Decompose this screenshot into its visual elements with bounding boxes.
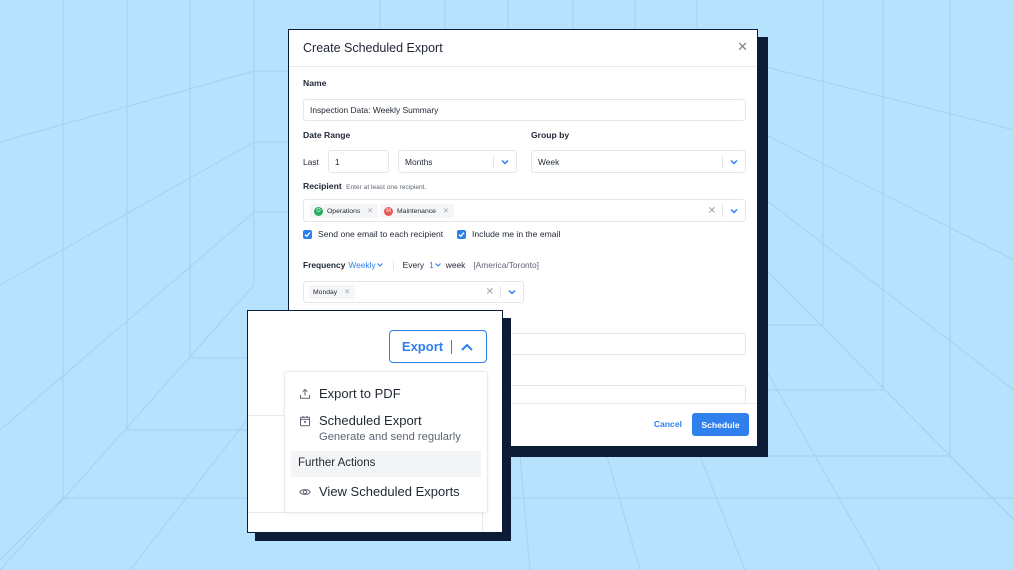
avatar: M [384, 206, 393, 216]
button-separator [451, 339, 453, 354]
every-value-select[interactable]: 1 [429, 260, 442, 270]
chevron-down-icon [434, 263, 441, 267]
date-range-unit-select[interactable]: Months [398, 150, 517, 173]
chip-label: Maintenance [397, 207, 436, 215]
divider [482, 512, 483, 532]
chevron-down-icon [730, 159, 738, 165]
remove-chip-icon[interactable]: ✕ [443, 207, 449, 215]
select-divider [500, 286, 501, 298]
days-multiselect[interactable]: Monday ✕ ✕ [303, 281, 524, 303]
select-divider [493, 155, 494, 168]
chevron-up-icon [461, 343, 473, 351]
include-me-checkbox[interactable]: Include me in the email [457, 229, 560, 239]
name-label: Name [303, 78, 327, 88]
group-by-value: Week [538, 156, 560, 167]
clear-all-icon[interactable]: ✕ [486, 287, 494, 298]
group-by-label: Group by [531, 130, 570, 140]
menu-item-view-scheduled-exports[interactable]: View Scheduled Exports [299, 484, 460, 499]
day-chip-monday: Monday ✕ [309, 285, 356, 299]
chip-label: Monday [313, 288, 338, 296]
date-range-amount-input[interactable]: 1 [328, 150, 389, 173]
every-label: Every [402, 260, 425, 270]
frequency-unit: week [445, 260, 466, 270]
export-dropdown-button[interactable]: Export [389, 330, 487, 363]
divider [392, 260, 394, 270]
export-panel: Export Export to PDF Scheduled Export Ge… [247, 310, 503, 533]
menu-item-description: Generate and send regularly [319, 431, 461, 443]
export-menu: Export to PDF Scheduled Export Generate … [284, 371, 488, 513]
chevron-down-icon [376, 263, 383, 267]
close-icon[interactable]: ✕ [737, 40, 748, 54]
schedule-button[interactable]: Schedule [692, 413, 749, 436]
calendar-icon [300, 415, 310, 426]
recipient-hint: Enter at least one recipient. [346, 184, 427, 191]
menu-item-export-pdf[interactable]: Export to PDF [299, 386, 401, 401]
name-value: Inspection Data: Weekly Summary [310, 105, 439, 115]
avatar: O [314, 206, 323, 216]
dialog-header: Create Scheduled Export ✕ [289, 30, 757, 67]
recipient-chip-operations: O Operations ✕ [310, 204, 379, 218]
menu-item-label: View Scheduled Exports [319, 484, 460, 499]
date-range-unit: Months [405, 156, 433, 167]
menu-item-label: Export to PDF [319, 386, 401, 401]
checkbox-label: Send one email to each recipient [318, 229, 444, 239]
upload-icon [300, 388, 310, 399]
name-input[interactable]: Inspection Data: Weekly Summary [303, 99, 746, 121]
clear-all-icon[interactable]: ✕ [708, 205, 716, 216]
chevron-down-icon[interactable] [506, 287, 518, 297]
eye-icon [299, 488, 311, 495]
date-range-prefix: Last [303, 157, 319, 167]
menu-group-label: Further Actions [298, 457, 376, 469]
date-range-label: Date Range [303, 130, 351, 140]
chip-label: Operations [327, 207, 361, 215]
menu-item-label: Scheduled Export [319, 413, 422, 428]
checkbox-checked-icon [457, 229, 466, 239]
checkbox-label: Include me in the email [472, 229, 561, 239]
frequency-value: Weekly [348, 260, 376, 270]
menu-group-header: Further Actions [291, 451, 481, 477]
remove-chip-icon[interactable]: ✕ [367, 207, 373, 215]
divider [248, 415, 285, 416]
recipient-multiselect[interactable]: O Operations ✕ M Maintenance ✕ ✕ [303, 199, 746, 222]
select-divider [722, 155, 723, 168]
recipient-chip-maintenance: M Maintenance ✕ [380, 204, 454, 218]
frequency-select[interactable]: Weekly [348, 260, 383, 270]
recipient-label-text: Recipient [303, 181, 342, 191]
menu-item-scheduled-export[interactable]: Scheduled Export [299, 413, 422, 428]
frequency-label: Frequency [303, 260, 346, 270]
recipient-label: Recipient Enter at least one recipient. [303, 181, 426, 191]
frequency-row: Frequency Weekly Every 1 week [America/T… [303, 260, 539, 270]
remove-chip-icon[interactable]: ✕ [344, 288, 350, 296]
dialog-title: Create Scheduled Export [303, 41, 443, 55]
export-button-label: Export [401, 339, 444, 354]
cancel-button[interactable]: Cancel [654, 419, 682, 429]
send-each-recipient-checkbox[interactable]: Send one email to each recipient [303, 229, 443, 239]
group-by-select[interactable]: Week [531, 150, 746, 173]
chevron-down-icon[interactable] [728, 206, 740, 216]
timezone-label: [America/Toronto] [473, 260, 539, 270]
chevron-down-icon [501, 159, 509, 165]
select-divider [722, 204, 723, 217]
checkbox-checked-icon [303, 229, 312, 239]
date-range-amount: 1 [335, 156, 340, 167]
